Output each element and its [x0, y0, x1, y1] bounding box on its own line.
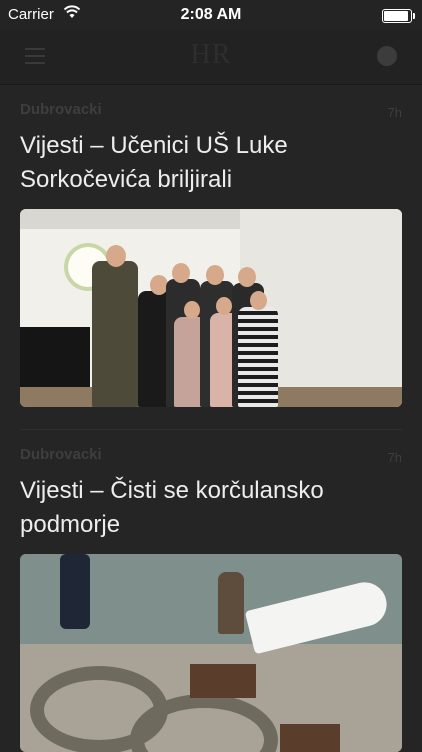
- nav-bar: HR: [0, 30, 422, 85]
- article-image[interactable]: [20, 209, 402, 407]
- app-logo[interactable]: HR: [0, 39, 422, 71]
- status-bar: Carrier 2:08 AM: [0, 0, 422, 30]
- clock: 2:08 AM: [180, 6, 242, 23]
- article-meta: Dubrovacki 7h: [20, 430, 402, 465]
- profile-icon[interactable]: [377, 46, 397, 66]
- article-source[interactable]: Dubrovacki: [20, 446, 102, 463]
- article-feed: Dubrovacki 7h Vijesti – Učenici UŠ Luke …: [0, 85, 422, 752]
- article-card[interactable]: Dubrovacki 7h Vijesti – Čisti se korčula…: [0, 430, 422, 752]
- article-card[interactable]: Dubrovacki 7h Vijesti – Učenici UŠ Luke …: [0, 85, 422, 407]
- article-meta: Dubrovacki 7h: [20, 85, 402, 120]
- article-image[interactable]: [20, 554, 402, 752]
- article-age: 7h: [387, 450, 402, 465]
- article-title[interactable]: Vijesti – Čisti se korčulansko podmorje: [20, 474, 402, 542]
- article-title[interactable]: Vijesti – Učenici UŠ Luke Sorkočevića br…: [20, 129, 402, 197]
- article-source[interactable]: Dubrovacki: [20, 101, 102, 118]
- battery-icon: [382, 9, 415, 23]
- article-age: 7h: [387, 105, 402, 120]
